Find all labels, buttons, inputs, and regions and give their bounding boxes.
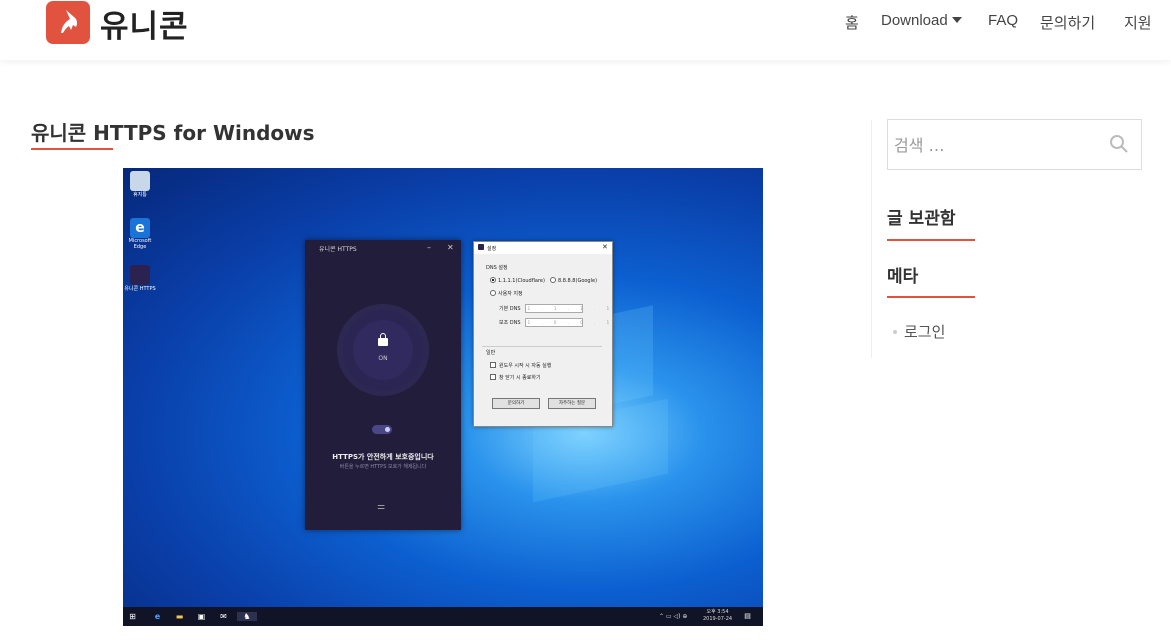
minimize-icon: –: [427, 243, 431, 252]
desktop-icon-edge: e Microsoft Edge: [128, 218, 152, 250]
dialog-faq-button: 자주하는 질문: [548, 398, 596, 409]
widget-underline: [887, 239, 975, 241]
lock-icon: [378, 333, 388, 346]
widget-underline: [887, 296, 975, 298]
secondary-dns-row: 보조 DNS 1 . 0 . 0 . 1: [499, 318, 615, 327]
dns-group-label: DNS 설정: [486, 265, 508, 271]
nav-download[interactable]: Download: [881, 12, 962, 34]
dialog-title: 설정: [487, 246, 497, 252]
mail-icon: ✉: [220, 612, 227, 621]
nav-faq[interactable]: FAQ: [988, 12, 1018, 34]
settings-sliders-icon: ⚌: [377, 502, 386, 512]
app-icon: [478, 244, 484, 250]
search-box: [887, 119, 1142, 170]
title-underline: [31, 148, 113, 150]
unicorn-logo-icon[interactable]: [46, 1, 90, 44]
state-label: ON: [378, 355, 388, 362]
nav-home[interactable]: 홈: [845, 12, 859, 34]
page-title: 유니콘 HTTPS for Windows: [31, 121, 315, 145]
nav-contact[interactable]: 문의하기: [1040, 12, 1095, 34]
site-header: 유니콘 홈 Download FAQ 문의하기 지원: [0, 0, 1171, 60]
dns-option-cloudflare: 1.1.1.1(Cloudflare): [490, 277, 545, 284]
unicorn-taskbar-icon: ♞: [237, 612, 257, 621]
checkbox-icon: [490, 362, 496, 368]
meta-widget-title: 메타: [887, 267, 919, 287]
dns-option-google: 8.8.8.8(Google): [550, 277, 597, 284]
windows-start-icon: ⊞: [129, 612, 136, 621]
edge-icon: e: [154, 612, 161, 621]
app-window-title: 유니콘 HTTPS: [319, 246, 357, 253]
app-screenshot-image: 휴지통 e Microsoft Edge 유니콘 HTTPS 유니콘 HTTPS …: [123, 168, 763, 626]
nav-support[interactable]: 지원: [1124, 12, 1152, 34]
taskbar-clock: 오후 3:54 2019-07-24: [703, 609, 733, 622]
desktop-icon-unicorn: 유니콘 HTTPS: [123, 265, 157, 292]
windows-taskbar: ⊞ e ▬ ▣ ✉ ♞ ⌃ ▭ ◁) ⊕ 오후 3:54 2019-07-24 ▤: [123, 607, 763, 626]
unicorn-app-window: 유니콘 HTTPS – ✕ ON HTTPS가 안전하게 보호중입니다 버튼을 …: [305, 240, 461, 530]
close-exit-checkbox: 창 닫기 시 종료하기: [490, 374, 541, 381]
dialog-contact-button: 문의하기: [492, 398, 540, 409]
checkbox-icon: [490, 374, 496, 380]
sidebar-divider: [871, 120, 872, 358]
system-tray-icons: ⌃ ▭ ◁) ⊕: [659, 613, 688, 620]
divider: [482, 346, 602, 347]
search-input[interactable]: [892, 132, 1096, 158]
meta-login-link[interactable]: 로그인: [893, 321, 945, 342]
status-subtext: 버튼을 누르면 HTTPS 보호가 해제됩니다: [339, 464, 427, 470]
close-icon: ✕: [447, 243, 454, 252]
store-icon: ▣: [197, 612, 206, 621]
status-text: HTTPS가 안전하게 보호중입니다: [332, 453, 434, 461]
settings-dialog: 설정 ✕ DNS 설정 1.1.1.1(Cloudflare) 8.8.8.8(…: [473, 241, 613, 427]
general-group-label: 일반: [486, 350, 496, 356]
radio-icon: [490, 290, 496, 296]
bullet-icon: [893, 330, 897, 334]
toggle-switch: [372, 425, 392, 434]
desktop-icon-recycle-bin: 휴지통: [123, 171, 157, 198]
search-icon[interactable]: [1109, 134, 1129, 158]
site-title[interactable]: 유니콘: [100, 1, 189, 46]
autostart-checkbox: 윈도우 시작 시 자동 실행: [490, 362, 551, 369]
primary-dns-row: 기본 DNS 1 . 1 . 1 . 1: [499, 304, 615, 313]
folder-icon: ▬: [175, 612, 184, 621]
archive-widget-title: 글 보관함: [887, 209, 956, 229]
dns-option-custom: 사용자 지정: [490, 290, 523, 297]
chevron-down-icon: [951, 17, 962, 23]
power-button: ON: [343, 310, 423, 390]
radio-icon: [550, 277, 556, 283]
radio-icon: [490, 277, 496, 283]
notification-icon: ▤: [744, 612, 751, 620]
close-icon: ✕: [602, 243, 608, 251]
